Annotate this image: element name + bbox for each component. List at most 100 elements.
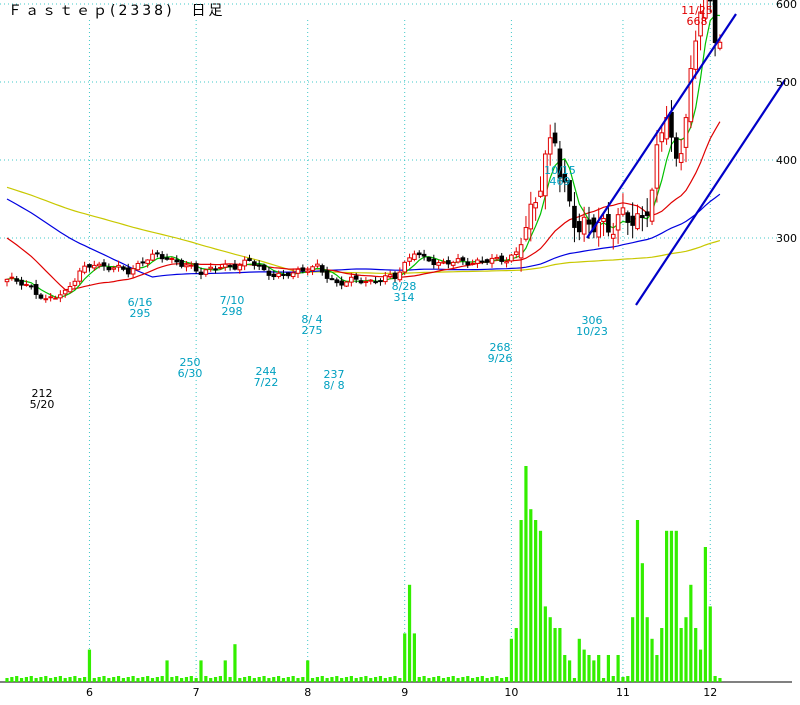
volume-bar [34,678,38,682]
candle-down [586,219,592,225]
volume-bar [669,530,674,682]
candle-down [140,261,146,264]
candle-up [208,266,213,270]
candle-up [24,283,29,286]
candle-down [247,258,252,261]
stock-chart: Ｆａｓｔｅｐ(2338) 日足 2125/206/162952506/307/1… [0,0,797,699]
candle-up [222,263,228,268]
candle-up [513,251,519,255]
candle-up [58,294,63,299]
candle-down [155,252,160,255]
volume-bar [568,660,572,682]
volume-bar [301,677,305,682]
candle-down [552,132,558,144]
volume-bar [131,676,135,682]
volume-bar [359,677,363,682]
volume-bar [393,676,397,682]
candle-down [446,260,451,265]
volume-bar [466,676,470,682]
candle-up [242,259,247,267]
candle-down [480,260,485,263]
volume-bar [53,677,58,682]
candle-up [397,271,403,281]
candle-down [426,256,432,262]
volume-bar [97,677,101,682]
volume-bar [262,676,266,682]
volume-bar [78,678,82,682]
volume-bar [456,678,460,682]
candle-up [688,68,694,123]
volume-bar [708,606,712,682]
candle-down [28,285,34,288]
volume-bar [684,617,688,682]
candle-down [261,264,267,271]
volume-bar [209,678,213,682]
volume-bar [315,677,319,682]
volume-bar [277,676,281,682]
volume-bar [228,677,232,682]
candle-down [125,267,131,275]
volume-bar [446,677,450,682]
annotation-high-value: 275 [302,324,323,337]
candle-up [62,289,68,295]
candle-up [528,203,534,230]
candle-up [581,216,587,235]
volume-bar [524,466,528,682]
candle-down [319,265,325,273]
volume-bar [306,660,310,682]
volume-bar [563,655,567,682]
volume-bar [68,677,72,682]
candle-up [237,264,243,271]
annotation-low-date: 7/22 [254,376,279,389]
volume-bar [645,617,649,682]
candle-up [290,272,296,278]
candle-up [596,221,602,238]
candle-up [295,268,301,274]
volume-bar [427,678,431,682]
volume-bar [310,678,315,682]
candle-up [96,263,102,267]
candle-down [577,221,582,233]
volume-bar [543,606,547,682]
volume-bar [189,676,193,682]
volume-bar [121,678,125,682]
x-tick-label: 9 [401,686,408,699]
candle-down [669,111,674,138]
candle-up [489,257,495,264]
candle-down [174,259,180,263]
volume-bar [674,530,678,682]
annotation-high-value: 668 [687,15,708,28]
volume-bar [475,677,480,682]
volume-bar [102,676,106,682]
candle-down [378,280,383,283]
candle-up [4,278,10,283]
candle-up [77,270,83,282]
candle-down [271,273,277,278]
volume-bar [107,678,111,682]
volume-bar [437,676,441,682]
volume-bar [660,628,664,682]
volume-bar [601,678,606,682]
candle-up [402,261,407,273]
volume-bar [29,676,33,682]
candle-up [43,298,49,301]
candle-up [518,244,524,259]
volume-bar [509,638,513,682]
candle-up [538,190,543,197]
candle-up [693,40,699,70]
volume-bar [694,628,698,682]
volume-bar [621,677,625,682]
volume-bar [432,677,436,682]
candle-down [198,271,204,275]
annotation-low-date: 10/23 [576,325,608,338]
volume-bar [112,677,116,682]
candle-up [683,117,689,148]
volume-bar [92,678,96,682]
candle-up [218,266,223,269]
candle-up [504,261,509,264]
candle-up [455,258,461,263]
candle-down [159,254,165,260]
volume-bar [267,678,271,682]
candle-down [101,262,107,267]
candle-down [14,278,19,282]
